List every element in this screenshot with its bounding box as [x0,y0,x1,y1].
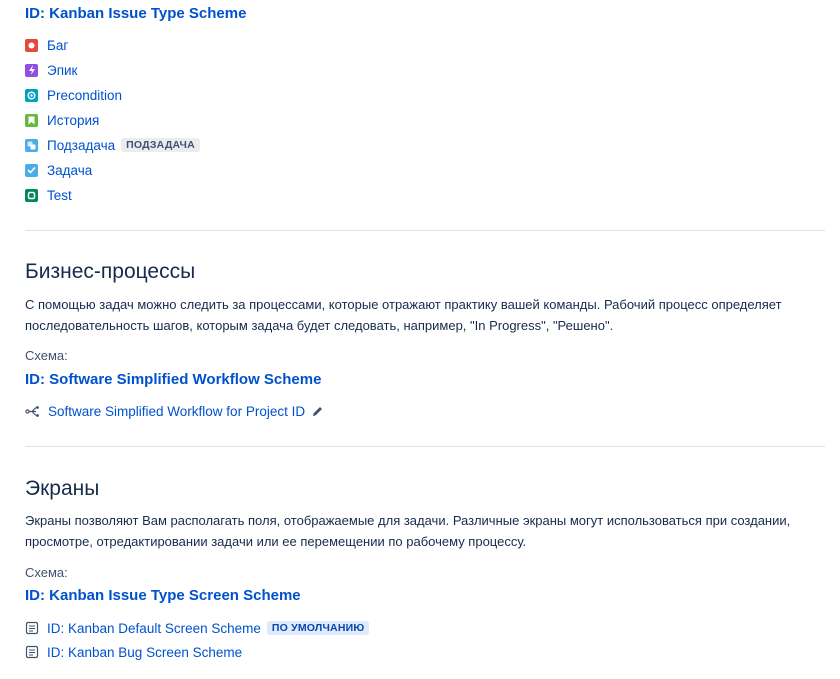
screen-scheme-link-default[interactable]: ID: Kanban Default Screen Scheme [47,621,261,636]
issue-type-link-task[interactable]: Задача [47,163,92,178]
subtask-badge: ПОДЗАДАЧА [121,138,200,152]
workflow-icon [25,405,40,418]
screens-description: Экраны позволяют Вам располагать поля, о… [25,513,791,549]
bug-icon [25,38,38,52]
issue-type-scheme-link[interactable]: ID: Kanban Issue Type Scheme [25,5,246,22]
workflow-scheme-link[interactable]: ID: Software Simplified Workflow Scheme [25,371,321,388]
issue-type-item-precondition: Precondition [25,85,122,105]
issue-type-item-test: Test [25,185,72,205]
workflows-description: С помощью задач можно следить за процесс… [25,297,782,333]
precondition-icon [25,88,38,102]
section-divider [25,446,825,447]
screens-heading: Экраны [25,477,100,500]
workflows-heading: Бизнес-процессы [25,260,196,283]
default-badge: ПО УМОЛЧАНИЮ [266,621,370,635]
issue-type-link-bug[interactable]: Баг [47,38,68,53]
task-icon [25,163,38,177]
story-icon [25,113,38,127]
issue-type-link-epic[interactable]: Эпик [47,63,77,78]
workflow-item: Software Simplified Workflow for Project… [25,401,324,421]
subtask-icon [25,138,38,152]
project-settings-summary: ID: Kanban Issue Type Scheme Баг Эпик Pr… [0,0,840,679]
screen-scheme-item-default: ID: Kanban Default Screen Scheme ПО УМОЛ… [25,618,370,638]
issue-type-item-subtask: Подзадача ПОДЗАДАЧА [25,135,200,155]
screen-scheme-link-bug[interactable]: ID: Kanban Bug Screen Scheme [47,645,242,660]
issue-type-item-bug: Баг [25,35,68,55]
issue-type-item-task: Задача [25,160,92,180]
test-icon [25,188,38,202]
issue-type-item-epic: Эпик [25,60,77,80]
issue-type-item-story: История [25,110,99,130]
workflow-link[interactable]: Software Simplified Workflow for Project… [48,404,305,419]
section-divider [25,230,825,231]
issue-type-link-subtask[interactable]: Подзадача [47,138,115,153]
epic-icon [25,63,38,77]
screen-scheme-label: Схема: [25,565,68,580]
screen-icon [25,645,39,659]
workflow-scheme-label: Схема: [25,348,68,363]
edit-pencil-icon[interactable] [311,405,324,418]
issue-type-link-story[interactable]: История [47,113,99,128]
issue-type-link-precondition[interactable]: Precondition [47,88,122,103]
issue-type-link-test[interactable]: Test [47,188,72,203]
screen-scheme-item-bug: ID: Kanban Bug Screen Scheme [25,642,242,662]
screen-scheme-link[interactable]: ID: Kanban Issue Type Screen Scheme [25,587,301,604]
screen-icon [25,621,39,635]
